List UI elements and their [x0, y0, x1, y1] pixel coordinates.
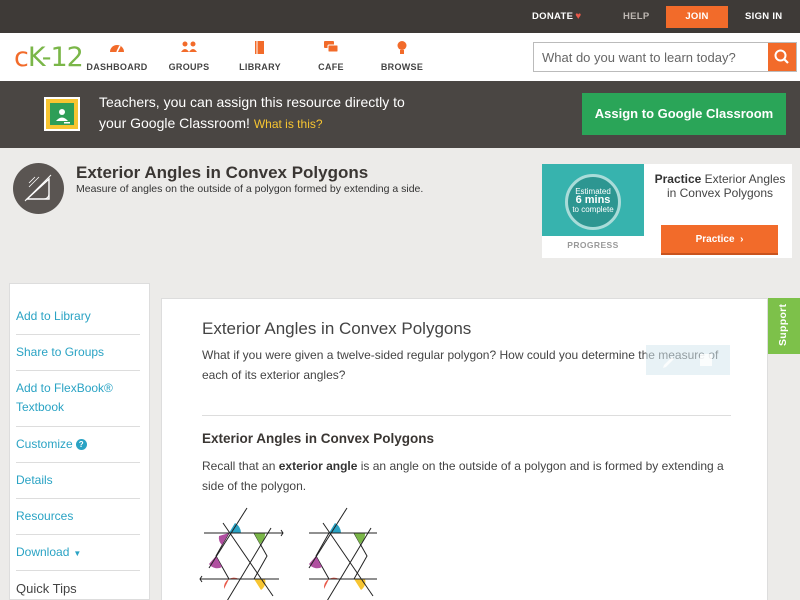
join-button[interactable]: JOIN: [666, 6, 728, 28]
support-tab[interactable]: Support: [768, 298, 800, 354]
page-title: Exterior Angles in Convex Polygons: [76, 163, 369, 182]
content-title: Exterior Angles in Convex Polygons: [202, 319, 472, 338]
section-paragraph: Recall that an exterior angle is an angl…: [202, 459, 724, 493]
classroom-message: Teachers, you can assign this resource d…: [99, 94, 405, 131]
sidebar-item-quick-tips[interactable]: Quick Tips: [16, 571, 140, 600]
caret-down-icon: ▼: [73, 549, 82, 558]
sidebar-item-share-to-groups[interactable]: Share to Groups: [16, 335, 140, 371]
section-heading: Exterior Angles in Convex Polygons: [202, 431, 435, 446]
ck12-logo[interactable]: cK-12: [14, 42, 84, 73]
library-icon: [220, 40, 300, 56]
sign-in-link[interactable]: SIGN IN: [745, 0, 782, 33]
sidebar-item-details[interactable]: Details: [16, 463, 140, 499]
exterior-angles-figure: [199, 506, 389, 600]
chevron-right-icon: ›: [737, 234, 744, 245]
nav-dashboard[interactable]: DASHBOARD: [77, 40, 157, 72]
donate-label: DONATE: [532, 11, 574, 22]
note-icon[interactable]: [700, 354, 712, 366]
search-input[interactable]: [534, 43, 769, 71]
hexagon-figure-1: [199, 507, 284, 600]
support-label: Support: [777, 303, 789, 346]
assign-to-google-classroom-button[interactable]: Assign to Google Classroom: [582, 93, 786, 135]
sidebar-item-resources[interactable]: Resources: [16, 499, 140, 535]
browse-icon: [362, 40, 442, 56]
concept-icon: [13, 163, 64, 214]
what-is-this-link[interactable]: What is this?: [254, 117, 323, 131]
nav-cafe[interactable]: CAFE: [291, 40, 371, 72]
pencil-icon[interactable]: [663, 357, 674, 368]
cafe-icon: [291, 40, 371, 56]
donate-link[interactable]: DONATE ♥: [532, 0, 581, 33]
practice-progress-graphic: Estimated 6 mins to complete: [542, 164, 644, 236]
practice-card: Estimated 6 mins to complete PROGRESS Pr…: [542, 164, 792, 258]
main-nav: cK-12 DASHBOARD GROUPS LIBRARY CAFE BROW…: [0, 33, 800, 81]
sidebar-item-customize[interactable]: Customize?: [16, 427, 140, 463]
search-icon: [774, 49, 789, 64]
help-icon[interactable]: ?: [75, 439, 87, 450]
dashboard-icon: [77, 40, 157, 56]
practice-button[interactable]: Practice ›: [661, 225, 778, 255]
edit-toolbar[interactable]: [646, 345, 730, 375]
nav-dashboard-label: DASHBOARD: [86, 62, 148, 72]
nav-groups[interactable]: GROUPS: [149, 40, 229, 72]
hexagon-figure-2: [308, 507, 377, 600]
search-box: [533, 42, 797, 72]
content-panel: Exterior Angles in Convex Polygons What …: [161, 298, 768, 600]
nav-groups-label: GROUPS: [168, 62, 210, 72]
nav-cafe-label: CAFE: [318, 62, 344, 72]
sidebar-item-add-to-flexbook[interactable]: Add to FlexBook® Textbook: [16, 371, 140, 427]
nav-library[interactable]: LIBRARY: [220, 40, 300, 72]
progress-label: PROGRESS: [567, 240, 619, 250]
help-link[interactable]: HELP: [623, 0, 650, 33]
nav-library-label: LIBRARY: [239, 62, 281, 72]
sidebar-item-download[interactable]: Download ▼: [16, 535, 140, 571]
nav-browse[interactable]: BROWSE: [362, 40, 442, 72]
search-button[interactable]: [768, 43, 796, 71]
top-bar: DONATE ♥ HELP JOIN SIGN IN: [0, 0, 800, 33]
estimated-time-badge: Estimated 6 mins to complete: [565, 174, 621, 230]
page-subtitle: Measure of angles on the outside of a po…: [76, 183, 424, 195]
google-classroom-icon: [44, 97, 80, 131]
groups-icon: [149, 40, 229, 56]
sidebar: Add to Library Share to Groups Add to Fl…: [9, 283, 150, 600]
practice-title: Practice Exterior Angles in Convex Polyg…: [654, 172, 786, 200]
nav-browse-label: BROWSE: [380, 62, 424, 72]
heart-icon: ♥: [575, 11, 582, 22]
divider: [202, 415, 731, 416]
google-classroom-banner: Teachers, you can assign this resource d…: [0, 81, 800, 148]
sidebar-item-add-to-library[interactable]: Add to Library: [16, 298, 140, 335]
